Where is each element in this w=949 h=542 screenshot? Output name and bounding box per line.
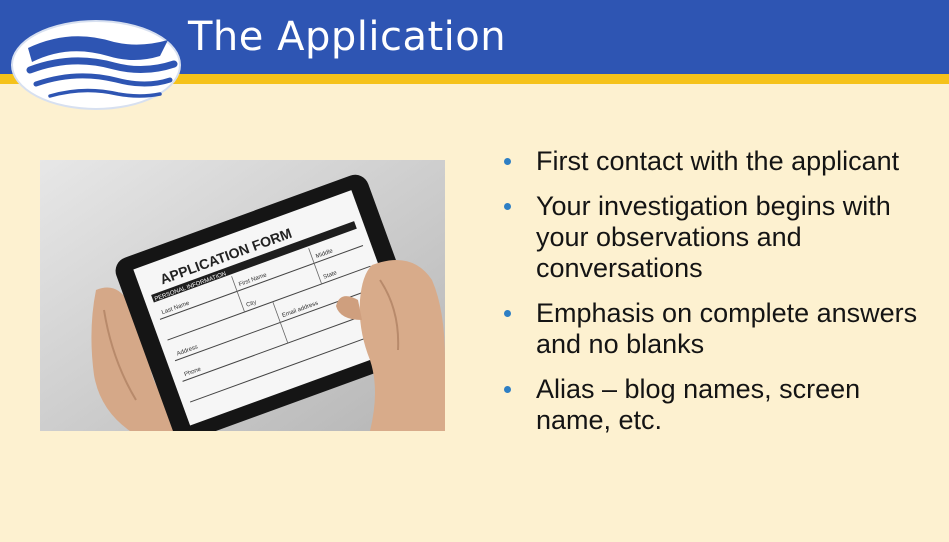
bullet-text: Your investigation begins with your obse… <box>536 191 891 283</box>
bullet-item: Alias – blog names, screen name, etc. <box>498 374 938 436</box>
bullet-text: Emphasis on complete answers and no blan… <box>536 298 918 359</box>
wave-logo-icon <box>11 20 181 110</box>
tablet-application-photo: APPLICATION FORM PERSONAL INFORMATION La… <box>40 160 445 431</box>
page-title: The Application <box>188 14 507 60</box>
bullet-item: Emphasis on complete answers and no blan… <box>498 298 938 360</box>
slide: The Application APPLICATION FORM PERSONA… <box>0 0 949 542</box>
bullet-dot-icon <box>504 386 511 393</box>
bullet-dot-icon <box>504 203 511 210</box>
bullet-item: Your investigation begins with your obse… <box>498 191 938 284</box>
bullet-dot-icon <box>504 158 511 165</box>
bullet-text: First contact with the applicant <box>536 146 900 176</box>
bullet-text: Alias – blog names, screen name, etc. <box>536 374 861 435</box>
bullet-item: First contact with the applicant <box>498 146 938 177</box>
bullet-list: First contact with the applicant Your in… <box>498 146 938 450</box>
bullet-dot-icon <box>504 310 511 317</box>
